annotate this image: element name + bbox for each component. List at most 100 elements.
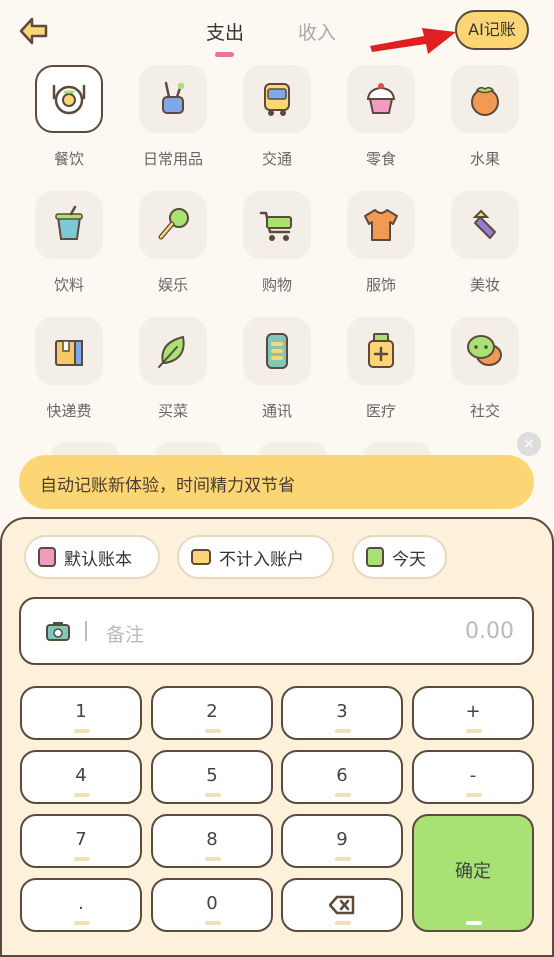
category-item-snacks[interactable]: 零食 — [329, 65, 433, 169]
category-item-social[interactable]: 社交 — [433, 317, 537, 421]
confirm-button[interactable]: 确定 — [412, 814, 534, 932]
category-item-delivery-fee[interactable]: 快递费 — [17, 317, 121, 421]
chip-label: 不计入账户 — [219, 549, 304, 570]
category-item-drinks[interactable]: 饮料 — [17, 191, 121, 295]
category-label: 娱乐 — [157, 276, 188, 294]
key-7[interactable]: 7 — [20, 814, 142, 868]
medicine-bottle-icon — [368, 333, 394, 368]
category-tile — [347, 317, 415, 385]
key-5[interactable]: 5 — [151, 750, 273, 804]
category-tile — [347, 191, 415, 259]
toothbrush-cup-icon — [162, 81, 184, 114]
category-item-medical[interactable]: 医疗 — [329, 317, 433, 421]
red-arrow-annotation — [370, 28, 456, 54]
category-label: 饮料 — [53, 276, 84, 294]
chip-label: 今天 — [392, 549, 426, 570]
key-2[interactable]: 2 — [151, 686, 273, 740]
food-plate-icon — [52, 84, 86, 115]
category-item-food[interactable]: 餐饮 — [17, 65, 121, 169]
key-label: - — [469, 765, 477, 786]
category-item-communication[interactable]: 通讯 — [225, 317, 329, 421]
key-label: 7 — [75, 829, 87, 850]
category-tile-partial — [155, 442, 223, 456]
back-arrow-icon[interactable] — [18, 16, 50, 46]
shopping-cart-icon — [259, 211, 292, 241]
category-tile — [35, 317, 103, 385]
category-item-fruit[interactable]: 水果 — [433, 65, 537, 169]
shirt-icon — [364, 209, 398, 241]
date-chip[interactable]: 今天 — [352, 535, 447, 579]
category-label: 医疗 — [365, 402, 396, 420]
key-3[interactable]: 3 — [281, 686, 403, 740]
key-label: + — [465, 701, 481, 722]
ai-bookkeeping-button[interactable]: AI记账 — [455, 10, 529, 50]
account-chip[interactable]: 不计入账户 — [177, 535, 334, 579]
camera-icon[interactable] — [46, 621, 70, 641]
category-label: 通讯 — [261, 402, 292, 420]
bus-icon — [264, 83, 290, 116]
category-tile-partial — [259, 442, 327, 456]
key-label: 5 — [206, 765, 218, 786]
category-item-entertainment[interactable]: 娱乐 — [121, 191, 225, 295]
category-tile — [35, 191, 103, 259]
cupcake-icon — [366, 83, 396, 114]
auto-bookkeeping-banner[interactable]: 自动记账新体验，时间精力双节省 — [19, 455, 534, 509]
key-label: 6 — [336, 765, 348, 786]
category-label: 水果 — [469, 150, 500, 168]
parcel-box-icon — [55, 340, 83, 366]
category-label: 零食 — [365, 150, 396, 168]
key-0[interactable]: 0 — [151, 878, 273, 932]
calendar-icon — [366, 547, 384, 567]
ledger-chip[interactable]: 默认账本 — [24, 535, 160, 579]
category-tile — [451, 65, 519, 133]
key-label: 9 — [336, 829, 348, 850]
category-label: 日常用品 — [142, 150, 203, 168]
key-6[interactable]: 6 — [281, 750, 403, 804]
category-tile — [347, 65, 415, 133]
category-label: 餐饮 — [53, 150, 84, 168]
category-tile — [243, 317, 311, 385]
category-tile — [451, 191, 519, 259]
category-label: 交通 — [261, 150, 292, 168]
note-amount-field[interactable]: 备注 0.00 — [19, 597, 534, 665]
note-placeholder: 备注 — [106, 624, 145, 646]
banner-close-icon[interactable]: × — [517, 432, 541, 456]
category-item-transport[interactable]: 交通 — [225, 65, 329, 169]
lipstick-icon — [472, 209, 496, 239]
category-label: 美妆 — [469, 276, 500, 294]
key-minus[interactable]: - — [412, 750, 534, 804]
category-label: 服饰 — [365, 276, 396, 294]
category-item-daily-goods[interactable]: 日常用品 — [121, 65, 225, 169]
key-dot[interactable]: . — [20, 878, 142, 932]
key-label: 3 — [336, 701, 348, 722]
chat-bubbles-icon — [467, 335, 502, 366]
key-plus[interactable]: + — [412, 686, 534, 740]
notebook-icon — [38, 547, 56, 567]
persimmon-icon — [471, 86, 499, 116]
category-item-groceries[interactable]: 买菜 — [121, 317, 225, 421]
category-label: 购物 — [261, 276, 292, 294]
microphone-icon — [158, 208, 189, 240]
category-tile-partial — [51, 442, 119, 456]
key-9[interactable]: 9 — [281, 814, 403, 868]
tab-income[interactable]: 收入 — [298, 18, 336, 45]
drink-cup-icon — [55, 205, 83, 240]
mobile-phone-icon — [266, 333, 288, 369]
banner-text: 自动记账新体验，时间精力双节省 — [40, 476, 295, 496]
category-item-cosmetics[interactable]: 美妆 — [433, 191, 537, 295]
category-tile — [35, 65, 103, 133]
amount-display: 0.00 — [465, 619, 514, 644]
category-item-shopping[interactable]: 购物 — [225, 191, 329, 295]
tab-expense[interactable]: 支出 — [206, 18, 244, 45]
wallet-icon — [191, 549, 211, 565]
category-tile — [139, 65, 207, 133]
category-label: 买菜 — [157, 402, 188, 420]
category-tile-partial — [363, 442, 431, 456]
category-label: 快递费 — [46, 402, 92, 420]
key-4[interactable]: 4 — [20, 750, 142, 804]
category-item-clothing[interactable]: 服饰 — [329, 191, 433, 295]
category-tile — [243, 65, 311, 133]
key-1[interactable]: 1 — [20, 686, 142, 740]
key-8[interactable]: 8 — [151, 814, 273, 868]
key-backspace[interactable] — [281, 878, 403, 932]
